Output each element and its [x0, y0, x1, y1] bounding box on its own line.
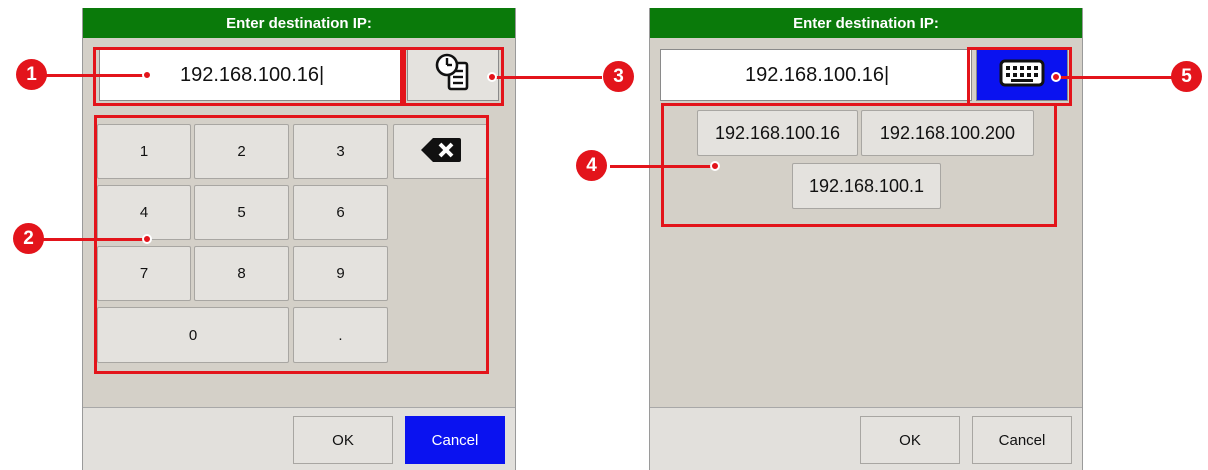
- key-1[interactable]: 1: [97, 124, 191, 179]
- key-5[interactable]: 5: [194, 185, 289, 240]
- callout-badge-2: 2: [13, 223, 44, 254]
- ip-input-field[interactable]: 192.168.100.16|: [660, 49, 972, 101]
- key-2[interactable]: 2: [194, 124, 289, 179]
- callout-line: [46, 74, 148, 77]
- dialog-title: Enter destination IP:: [83, 8, 515, 38]
- backspace-key[interactable]: [393, 124, 488, 179]
- callout-badge-5: 5: [1171, 61, 1202, 92]
- callout-badge-1: 1: [16, 59, 47, 90]
- callout-line: [42, 238, 148, 241]
- key-dot[interactable]: .: [293, 307, 388, 363]
- recent-ip-button[interactable]: 192.168.100.16: [697, 110, 858, 156]
- ip-input-value: 192.168.100.16|: [180, 63, 325, 86]
- dialog-footer: OK Cancel: [83, 407, 515, 470]
- key-8[interactable]: 8: [194, 246, 289, 301]
- callout-dot: [1051, 72, 1061, 82]
- cancel-button[interactable]: Cancel: [405, 416, 505, 464]
- dialog-footer: OK Cancel: [650, 407, 1082, 470]
- cancel-button[interactable]: Cancel: [972, 416, 1072, 464]
- key-0[interactable]: 0: [97, 307, 289, 363]
- callout-badge-4: 4: [576, 150, 607, 181]
- key-4[interactable]: 4: [97, 185, 191, 240]
- callout-dot: [487, 72, 497, 82]
- key-3[interactable]: 3: [293, 124, 388, 179]
- callout-dot: [142, 234, 152, 244]
- key-7[interactable]: 7: [97, 246, 191, 301]
- backspace-icon: [420, 137, 462, 167]
- recent-ip-button[interactable]: 192.168.100.1: [792, 163, 941, 209]
- keyboard-icon: [999, 59, 1045, 92]
- ip-input-value: 192.168.100.16|: [745, 63, 890, 86]
- ok-button[interactable]: OK: [860, 416, 960, 464]
- callout-badge-3: 3: [603, 61, 634, 92]
- callout-dot: [710, 161, 720, 171]
- callout-line: [1056, 76, 1176, 79]
- recent-ip-button[interactable]: 192.168.100.200: [861, 110, 1034, 156]
- ok-button[interactable]: OK: [293, 416, 393, 464]
- callout-dot: [142, 70, 152, 80]
- dialog-title: Enter destination IP:: [650, 8, 1082, 38]
- ip-entry-dialog-history: Enter destination IP: 192.168.100.16| 19…: [649, 8, 1083, 470]
- history-list-icon: [435, 53, 471, 98]
- key-9[interactable]: 9: [293, 246, 388, 301]
- callout-line: [492, 76, 602, 79]
- callout-line: [610, 165, 716, 168]
- history-toggle-button[interactable]: [407, 49, 499, 101]
- key-6[interactable]: 6: [293, 185, 388, 240]
